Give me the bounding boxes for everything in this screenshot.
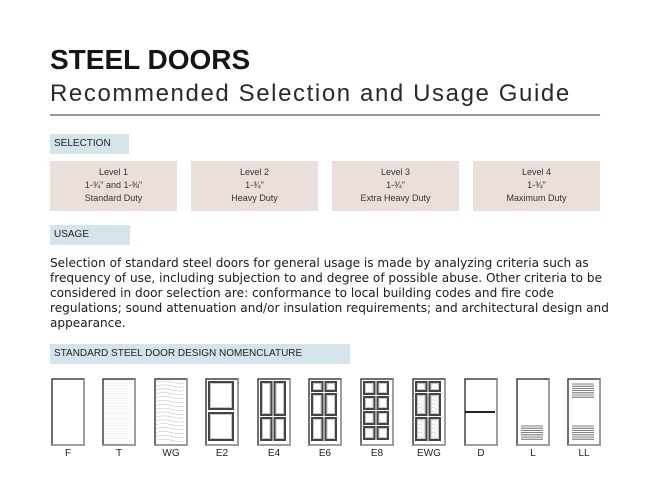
door-e8-drawing xyxy=(360,378,394,446)
level-card-3: Level 3 1-¾" Extra Heavy Duty xyxy=(332,161,459,211)
door-d: D xyxy=(464,378,498,459)
level-duty: Standard Duty xyxy=(84,193,143,203)
door-d-drawing xyxy=(464,378,498,446)
door-wg-drawing xyxy=(154,378,188,446)
door-ll: LL xyxy=(567,378,601,459)
door-ll-drawing xyxy=(567,378,601,446)
door-label: F xyxy=(64,448,72,459)
level-card-4: Level 4 1-¾" Maximum Duty xyxy=(473,161,600,211)
door-e8: E8 xyxy=(360,378,394,459)
usage-section-tag: USAGE xyxy=(50,225,130,245)
level-thickness: 1-¾" xyxy=(245,180,264,190)
door-label: E8 xyxy=(370,448,384,459)
door-e2-drawing xyxy=(205,378,239,446)
door-label: D xyxy=(477,448,485,459)
level-thickness: 1-¾" and 1-⅜" xyxy=(84,180,143,190)
door-e2: E2 xyxy=(205,378,239,459)
door-e6-drawing xyxy=(308,378,342,446)
door-label: T xyxy=(115,448,123,459)
selection-section-tag: SELECTION xyxy=(50,134,129,154)
door-ewg: EWG xyxy=(412,378,446,459)
door-t: T xyxy=(102,378,136,459)
level-card-1: Level 1 1-¾" and 1-⅜" Standard Duty xyxy=(50,161,177,211)
title-divider xyxy=(50,114,600,116)
door-e4: E4 xyxy=(257,378,291,459)
door-label: WG xyxy=(162,448,180,459)
door-e6: E6 xyxy=(308,378,342,459)
level-card-2: Level 2 1-¾" Heavy Duty xyxy=(191,161,318,211)
level-duty: Maximum Duty xyxy=(506,193,567,203)
door-l: L xyxy=(516,378,550,459)
door-wg: WG xyxy=(154,378,188,459)
door-ewg-drawing xyxy=(412,378,446,446)
page-subtitle: Recommended Selection and Usage Guide xyxy=(50,80,571,107)
level-duty: Heavy Duty xyxy=(231,193,278,203)
level-thickness: 1-¾" xyxy=(527,180,546,190)
door-l-drawing xyxy=(516,378,550,446)
door-label: L xyxy=(530,448,536,459)
level-thickness: 1-¾" xyxy=(386,180,405,190)
level-name: Level 1 xyxy=(98,167,129,177)
page-title: STEEL DOORS xyxy=(50,44,251,75)
usage-paragraph: Selection of standard steel doors for ge… xyxy=(50,256,609,330)
door-e4-drawing xyxy=(257,378,291,446)
level-name: Level 4 xyxy=(521,167,552,177)
level-name: Level 3 xyxy=(380,167,411,177)
selection-levels: Level 1 1-¾" and 1-⅜" Standard Duty Leve… xyxy=(50,161,600,211)
door-f-drawing xyxy=(51,378,85,446)
door-label: E4 xyxy=(267,448,281,459)
door-designs: F T WG E2 E4 E6 E8 EWG D L LL xyxy=(0,378,650,468)
nomenclature-section-tag: STANDARD STEEL DOOR DESIGN NOMENCLATURE xyxy=(50,344,350,364)
door-label: E6 xyxy=(318,448,332,459)
door-label: LL xyxy=(578,448,590,459)
door-label: E2 xyxy=(215,448,229,459)
door-label: EWG xyxy=(417,448,441,459)
door-f: F xyxy=(51,378,85,459)
level-name: Level 2 xyxy=(239,167,270,177)
level-duty: Extra Heavy Duty xyxy=(360,193,431,203)
door-t-drawing xyxy=(102,378,136,446)
